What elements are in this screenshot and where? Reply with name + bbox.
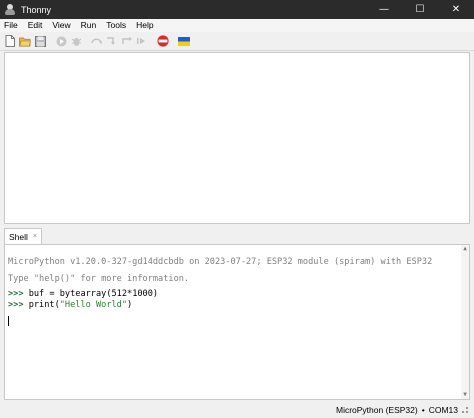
text-cursor	[8, 316, 9, 326]
shell-string-literal: "Hello World"	[59, 300, 128, 310]
title-bar: Thonny — ☐ ✕	[0, 0, 474, 19]
scroll-up-icon[interactable]: ▲	[461, 245, 469, 253]
shell-banner-help: Type "help()" for more information.	[8, 274, 190, 284]
code-editor[interactable]	[4, 52, 470, 224]
shell-command-close: )	[152, 289, 159, 299]
shell-command-close: )	[127, 300, 133, 310]
stop-icon[interactable]	[157, 35, 169, 47]
menu-bar: File Edit View Run Tools Help	[0, 19, 474, 32]
maximize-button[interactable]: ☐	[402, 0, 438, 19]
menu-edit[interactable]: Edit	[23, 19, 48, 32]
step-out-icon[interactable]	[121, 35, 133, 47]
debug-icon[interactable]	[70, 35, 82, 47]
resume-icon[interactable]	[136, 35, 148, 47]
minimize-button[interactable]: —	[366, 0, 402, 19]
menu-help[interactable]: Help	[131, 19, 158, 32]
shell-command-code: buf = bytearray(	[23, 289, 112, 299]
interpreter-status[interactable]: MicroPython (ESP32)	[336, 405, 418, 415]
shell-tab-bar: Shell ×	[4, 228, 470, 244]
shell-command-args: 512*1000	[111, 289, 153, 299]
run-icon[interactable]	[55, 35, 67, 47]
thonny-app-icon	[4, 3, 16, 16]
new-file-icon[interactable]	[4, 35, 16, 47]
window-title: Thonny	[21, 4, 52, 15]
status-bar: MicroPython (ESP32) • COM13	[0, 401, 474, 418]
shell-command-code: print(	[23, 300, 60, 310]
window-controls: — ☐ ✕	[366, 0, 474, 19]
shell-command-line: >>> buf = bytearray(512*1000)	[8, 289, 158, 300]
menu-file[interactable]: File	[0, 19, 23, 32]
tab-shell[interactable]: Shell ×	[4, 228, 42, 244]
port-status[interactable]: COM13	[429, 405, 458, 415]
close-button[interactable]: ✕	[438, 0, 474, 19]
resize-grip-icon[interactable]	[462, 406, 468, 413]
step-over-icon[interactable]	[91, 35, 103, 47]
menu-view[interactable]: View	[47, 19, 75, 32]
menu-tools[interactable]: Tools	[101, 19, 131, 32]
save-file-icon[interactable]	[34, 35, 46, 47]
shell-scrollbar[interactable]: ▲ ▼	[461, 245, 469, 399]
status-separator: •	[421, 404, 425, 415]
scroll-down-icon[interactable]: ▼	[461, 391, 469, 399]
shell-banner-version: MicroPython v1.20.0-327-gd14ddcbdb on 20…	[8, 257, 433, 267]
menu-run[interactable]: Run	[76, 19, 102, 32]
tab-close-icon[interactable]: ×	[33, 233, 37, 240]
shell-prompt: >>>	[8, 300, 24, 310]
tab-shell-label: Shell	[9, 231, 28, 242]
open-file-icon[interactable]	[19, 35, 31, 47]
toolbar	[0, 32, 474, 51]
shell-command-line: >>> print("Hello World")	[8, 300, 132, 311]
shell-prompt: >>>	[8, 289, 24, 299]
support-ukraine-flag-icon[interactable]	[178, 35, 190, 47]
shell-console[interactable]: MicroPython v1.20.0-327-gd14ddcbdb on 20…	[4, 244, 470, 400]
step-into-icon[interactable]	[106, 35, 118, 47]
